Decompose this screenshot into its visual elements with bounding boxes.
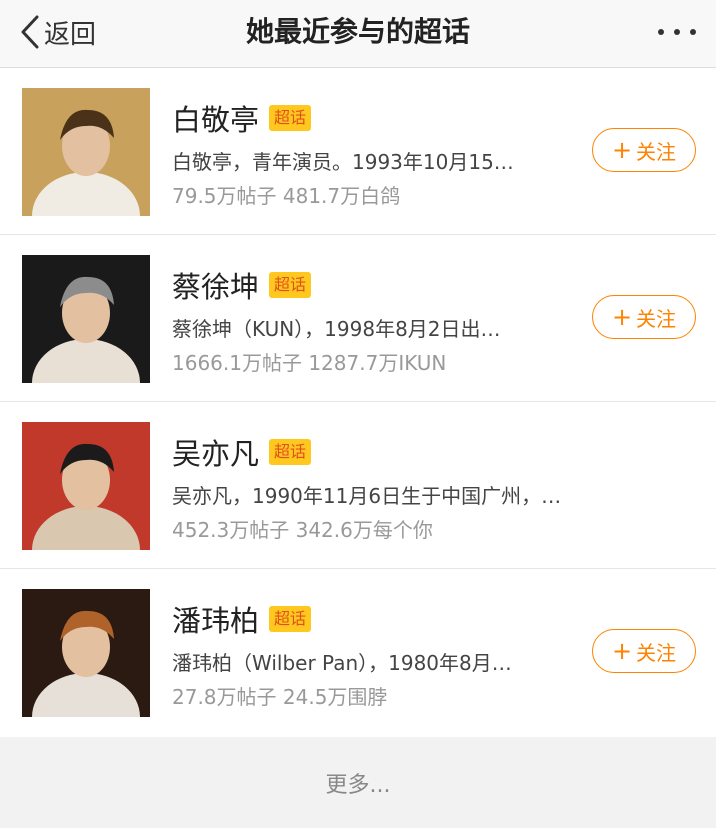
follow-label: 关注 [636,306,677,331]
follow-button[interactable]: + 关注 [592,295,696,339]
avatar[interactable] [22,422,150,550]
list-item[interactable]: 潘玮柏 超话 潘玮柏（Wilber Pan），1980年8月… 27.8万帖子 … [0,569,716,737]
topic-name[interactable]: 蔡徐坤 [172,264,259,306]
avatar[interactable] [22,88,150,216]
topic-stats: 79.5万帖子 481.7万白鸽 [172,184,401,208]
nav-bar: 返回 她最近参与的超话 [0,0,716,68]
topic-stats: 27.8万帖子 24.5万围脖 [172,685,388,709]
avatar[interactable] [22,589,150,717]
topic-description: 白敬亭，青年演员。1993年10月15… [172,150,514,174]
topic-name[interactable]: 吴亦凡 [172,431,259,473]
super-topic-badge: 超话 [269,606,312,632]
super-topic-badge: 超话 [269,105,312,131]
topic-stats: 1666.1万帖子 1287.7万IKUN [172,351,447,375]
topic-description: 蔡徐坤（KUN），1998年8月2日出… [172,317,501,341]
plus-icon: + [611,303,633,331]
topic-stats: 452.3万帖子 342.6万每个你 [172,518,433,542]
name-row: 白敬亭 超话 [172,97,312,139]
more-horizontal-icon[interactable] [658,26,696,38]
topic-description: 吴亦凡，1990年11月6日生于中国广州，演员、… [172,484,562,508]
follow-label: 关注 [636,139,677,164]
topic-description: 潘玮柏（Wilber Pan），1980年8月… [172,651,512,675]
name-row: 吴亦凡 超话 [172,431,312,473]
plus-icon: + [611,637,633,665]
name-row: 蔡徐坤 超话 [172,264,312,306]
super-topic-badge: 超话 [269,439,312,465]
topic-name[interactable]: 潘玮柏 [172,598,259,640]
list-item[interactable]: 吴亦凡 超话 吴亦凡，1990年11月6日生于中国广州，演员、… 452.3万帖… [0,402,716,569]
more-button[interactable]: 更多... [0,737,716,828]
follow-button[interactable]: + 关注 [592,128,696,172]
page-title: 她最近参与的超话 [245,15,470,48]
list-item[interactable]: 白敬亭 超话 白敬亭，青年演员。1993年10月15… 79.5万帖子 481.… [0,68,716,235]
plus-icon: + [611,136,633,164]
follow-label: 关注 [636,640,677,665]
follow-button[interactable]: + 关注 [592,629,696,673]
topic-name[interactable]: 白敬亭 [172,97,259,139]
avatar[interactable] [22,255,150,383]
name-row: 潘玮柏 超话 [172,598,312,640]
super-topic-badge: 超话 [269,272,312,298]
super-topic-list: 白敬亭 超话 白敬亭，青年演员。1993年10月15… 79.5万帖子 481.… [0,68,716,737]
list-item[interactable]: 蔡徐坤 超话 蔡徐坤（KUN），1998年8月2日出… 1666.1万帖子 12… [0,235,716,402]
